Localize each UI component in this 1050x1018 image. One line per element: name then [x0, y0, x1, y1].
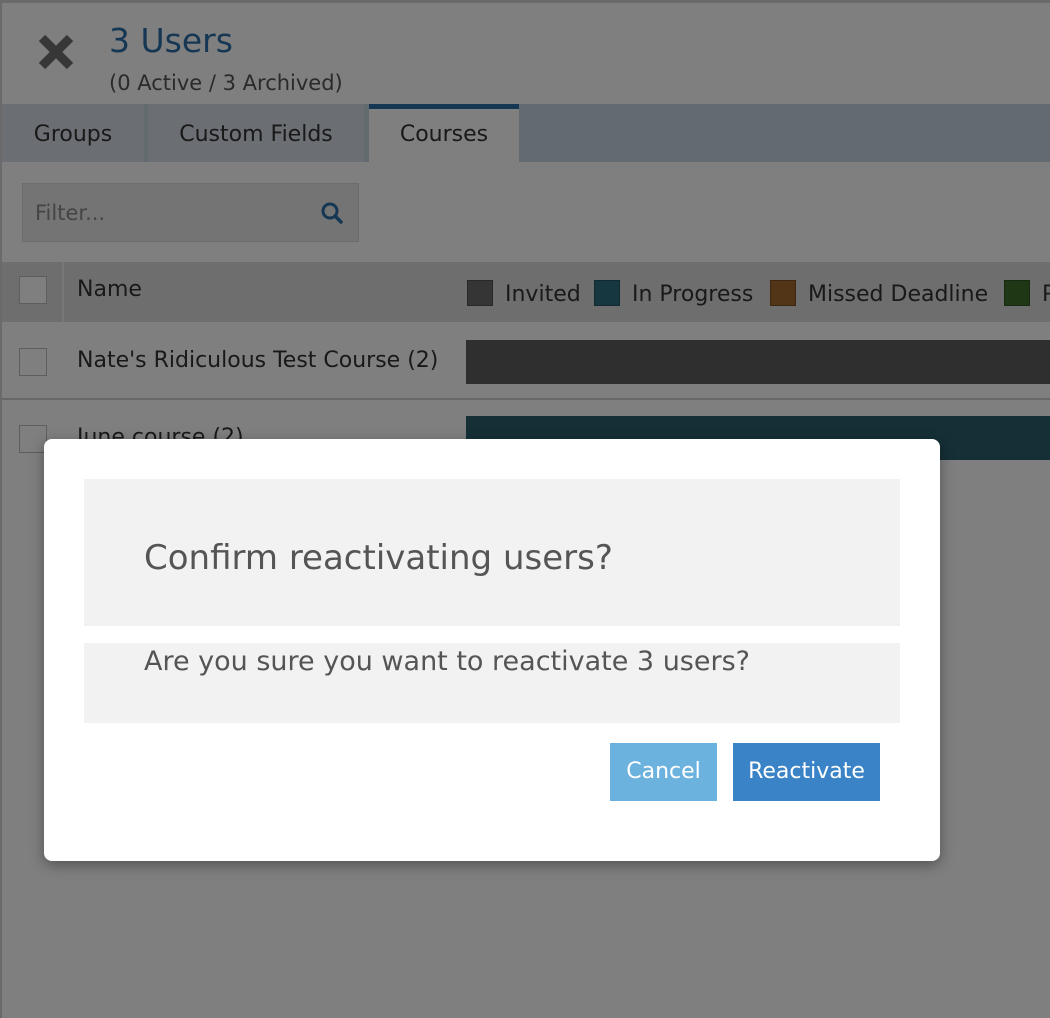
dialog-header: Confirm reactivating users? [84, 479, 900, 626]
users-panel: 3 Users (0 Active / 3 Archived) Groups C… [0, 0, 1050, 1018]
dialog-message: Are you sure you want to reactivate 3 us… [144, 646, 750, 677]
cancel-button[interactable]: Cancel [610, 743, 717, 801]
reactivate-button[interactable]: Reactivate [733, 743, 880, 801]
dialog-body: Are you sure you want to reactivate 3 us… [84, 643, 900, 723]
confirm-dialog: Confirm reactivating users? Are you sure… [44, 439, 940, 861]
dialog-title: Confirm reactivating users? [144, 538, 613, 578]
